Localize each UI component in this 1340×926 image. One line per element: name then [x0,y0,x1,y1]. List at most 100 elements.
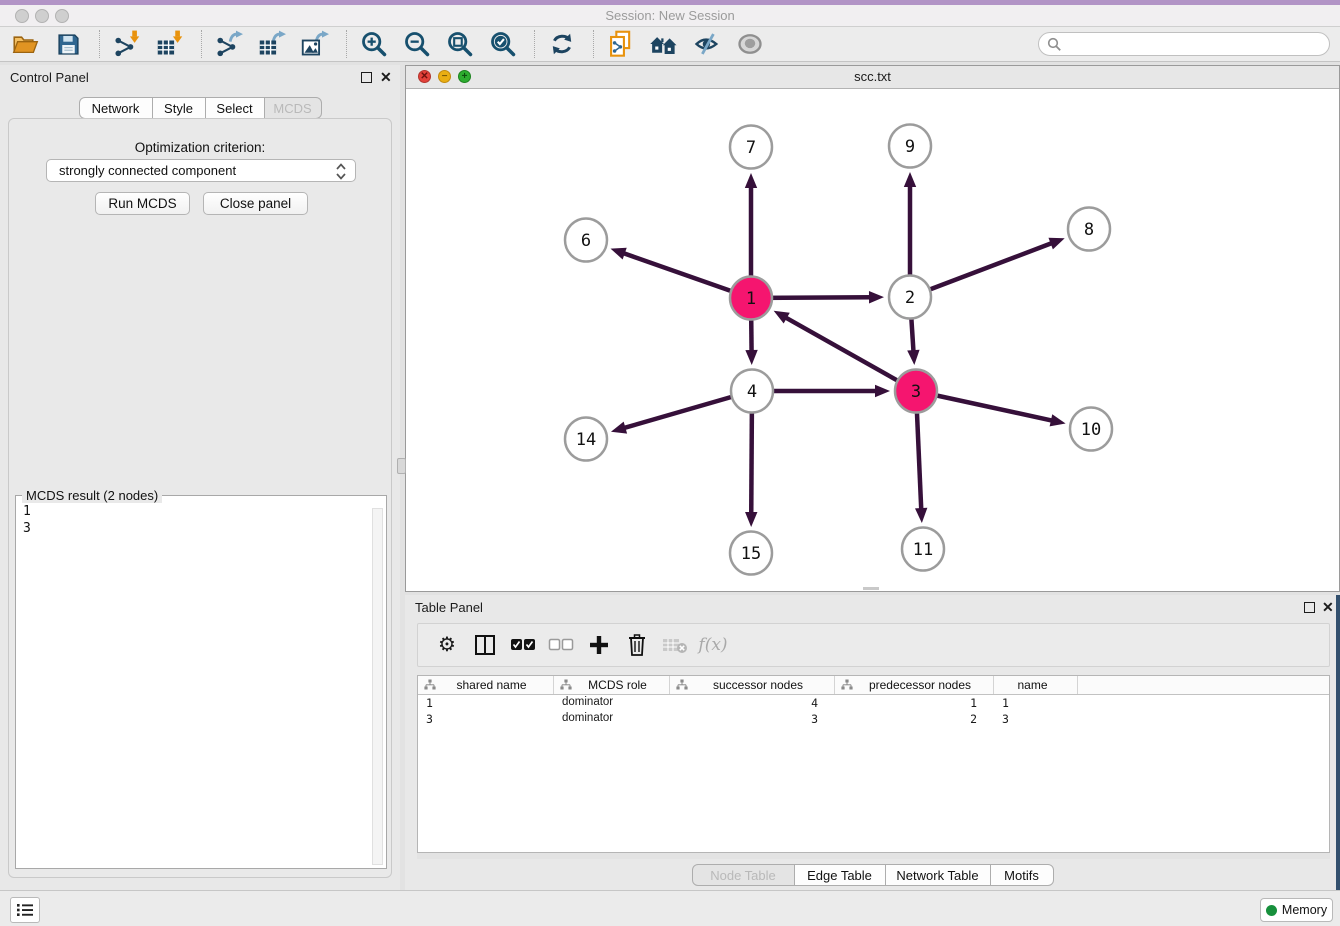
cell[interactable]: 2 [835,711,994,727]
toolbar-separator [99,30,100,58]
export-network-icon[interactable] [214,29,244,59]
cell[interactable]: 1 [835,695,994,711]
tab-edge-table[interactable]: Edge Table [794,864,886,886]
search-box [1038,32,1330,56]
toolbar-separator [593,30,594,58]
network-window-titlebar[interactable]: ✕ − + scc.txt [406,66,1339,89]
search-input[interactable] [1067,37,1317,52]
tab-select[interactable]: Select [205,97,265,119]
table-row[interactable]: 1dominator411 [418,695,1329,711]
edge-2-8[interactable] [910,242,1054,297]
run-mcds-button[interactable]: Run MCDS [95,192,190,215]
cell[interactable]: 1 [418,695,554,711]
float-panel-icon[interactable] [361,72,372,83]
control-panel-tabs: NetworkStyleSelectMCDS [0,97,400,119]
save-session-icon[interactable] [53,29,83,59]
edge-arrow-1-2 [869,291,884,303]
cell[interactable]: 1 [994,695,1078,711]
optimization-criterion-label: Optimization criterion: [9,140,391,155]
edge-3-1[interactable] [783,316,916,391]
gear-icon[interactable]: ⚙ [434,632,460,658]
zoom-in-icon[interactable] [359,29,389,59]
node-table-rows: 1dominator4113dominator323 [418,695,1329,727]
criterion-dropdown[interactable]: strongly connected component [46,159,356,182]
search-icon [1047,37,1062,52]
toolbar-separator [201,30,202,58]
close-panel-button[interactable]: Close panel [203,192,308,215]
open-session-icon[interactable] [10,29,40,59]
cell[interactable]: 3 [418,711,554,727]
application-window: Session: New Session [0,0,1340,926]
table-row[interactable]: 3dominator323 [418,711,1329,727]
graph-node-label-10: 10 [1081,420,1101,440]
home-icon[interactable] [649,29,679,59]
network-scroll-grip[interactable] [863,587,879,590]
table-toolbar: ⚙ f(x) [417,623,1330,667]
close-panel-icon[interactable]: ✕ [380,69,392,85]
function-builder-icon[interactable]: f(x) [700,632,726,658]
refresh-icon[interactable] [547,29,577,59]
node-table-header: shared nameMCDS rolesuccessor nodesprede… [418,676,1329,695]
memory-button[interactable]: Memory [1260,898,1333,922]
column-header-shared-name[interactable]: shared name [418,676,554,694]
show-eye-icon[interactable] [735,29,765,59]
cell[interactable]: 4 [670,695,835,711]
import-network-icon[interactable] [112,29,142,59]
column-header-predecessor-nodes[interactable]: predecessor nodes [835,676,994,694]
hide-eye-icon[interactable] [692,29,722,59]
close-table-panel-icon[interactable]: ✕ [1322,599,1334,615]
mcds-result-title: MCDS result (2 nodes) [22,488,162,503]
graph-node-label-4: 4 [747,382,757,402]
graph-node-label-6: 6 [581,231,591,251]
graph-node-label-1: 1 [746,289,756,309]
cell[interactable]: dominator [554,711,670,727]
cell[interactable]: 3 [670,711,835,727]
table-panel-header: Table Panel ✕ [405,595,1340,621]
float-table-panel-icon[interactable] [1304,602,1315,613]
column-header-MCDS-role[interactable]: MCDS role [554,676,670,694]
deselect-all-icon[interactable] [548,632,574,658]
tab-network[interactable]: Network [79,97,153,119]
delete-column-icon[interactable] [624,632,650,658]
edge-arrow-4-15 [745,512,757,527]
node-table: shared nameMCDS rolesuccessor nodesprede… [417,675,1330,853]
column-header-successor-nodes[interactable]: successor nodes [670,676,835,694]
cell[interactable]: dominator [554,695,670,711]
import-table-icon[interactable] [155,29,185,59]
tab-network-table[interactable]: Network Table [885,864,991,886]
table-tabs: Node TableEdge TableNetwork TableMotifs [405,864,1340,886]
tab-motifs[interactable]: Motifs [990,864,1054,886]
edge-arrow-1-6 [611,248,627,260]
result-scrollbar[interactable] [372,508,383,865]
graph-node-label-11: 11 [913,540,933,560]
tab-mcds[interactable]: MCDS [264,97,322,119]
delete-table-icon[interactable] [662,632,688,658]
toolbar-separator [534,30,535,58]
add-column-icon[interactable] [586,632,612,658]
export-image-icon[interactable] [300,29,330,59]
titlebar: Session: New Session [0,5,1340,27]
zoom-selected-icon[interactable] [488,29,518,59]
select-all-icon[interactable] [510,632,536,658]
zoom-fit-icon[interactable] [445,29,475,59]
status-bar: Memory [0,890,1340,926]
criterion-value: strongly connected component [59,163,236,178]
export-table-icon[interactable] [257,29,287,59]
table-bottom-strip [417,853,1330,859]
memory-label: Memory [1282,903,1327,917]
clone-network-icon[interactable] [606,29,636,59]
network-canvas[interactable]: 7968124314101511 [406,89,1339,591]
control-panel-title: Control Panel [10,70,89,85]
tab-style[interactable]: Style [152,97,206,119]
tab-node-table[interactable]: Node Table [692,864,795,886]
column-header-name[interactable]: name [994,676,1078,694]
splitter-grip[interactable] [397,458,406,474]
graph-node-label-14: 14 [576,430,596,450]
edge-arrow-1-7 [745,173,757,188]
mcds-result-text[interactable]: 1 3 [23,503,31,537]
cell[interactable]: 3 [994,711,1078,727]
list-icon [16,902,34,918]
columns-icon[interactable] [472,632,498,658]
task-history-button[interactable] [10,897,40,923]
zoom-out-icon[interactable] [402,29,432,59]
